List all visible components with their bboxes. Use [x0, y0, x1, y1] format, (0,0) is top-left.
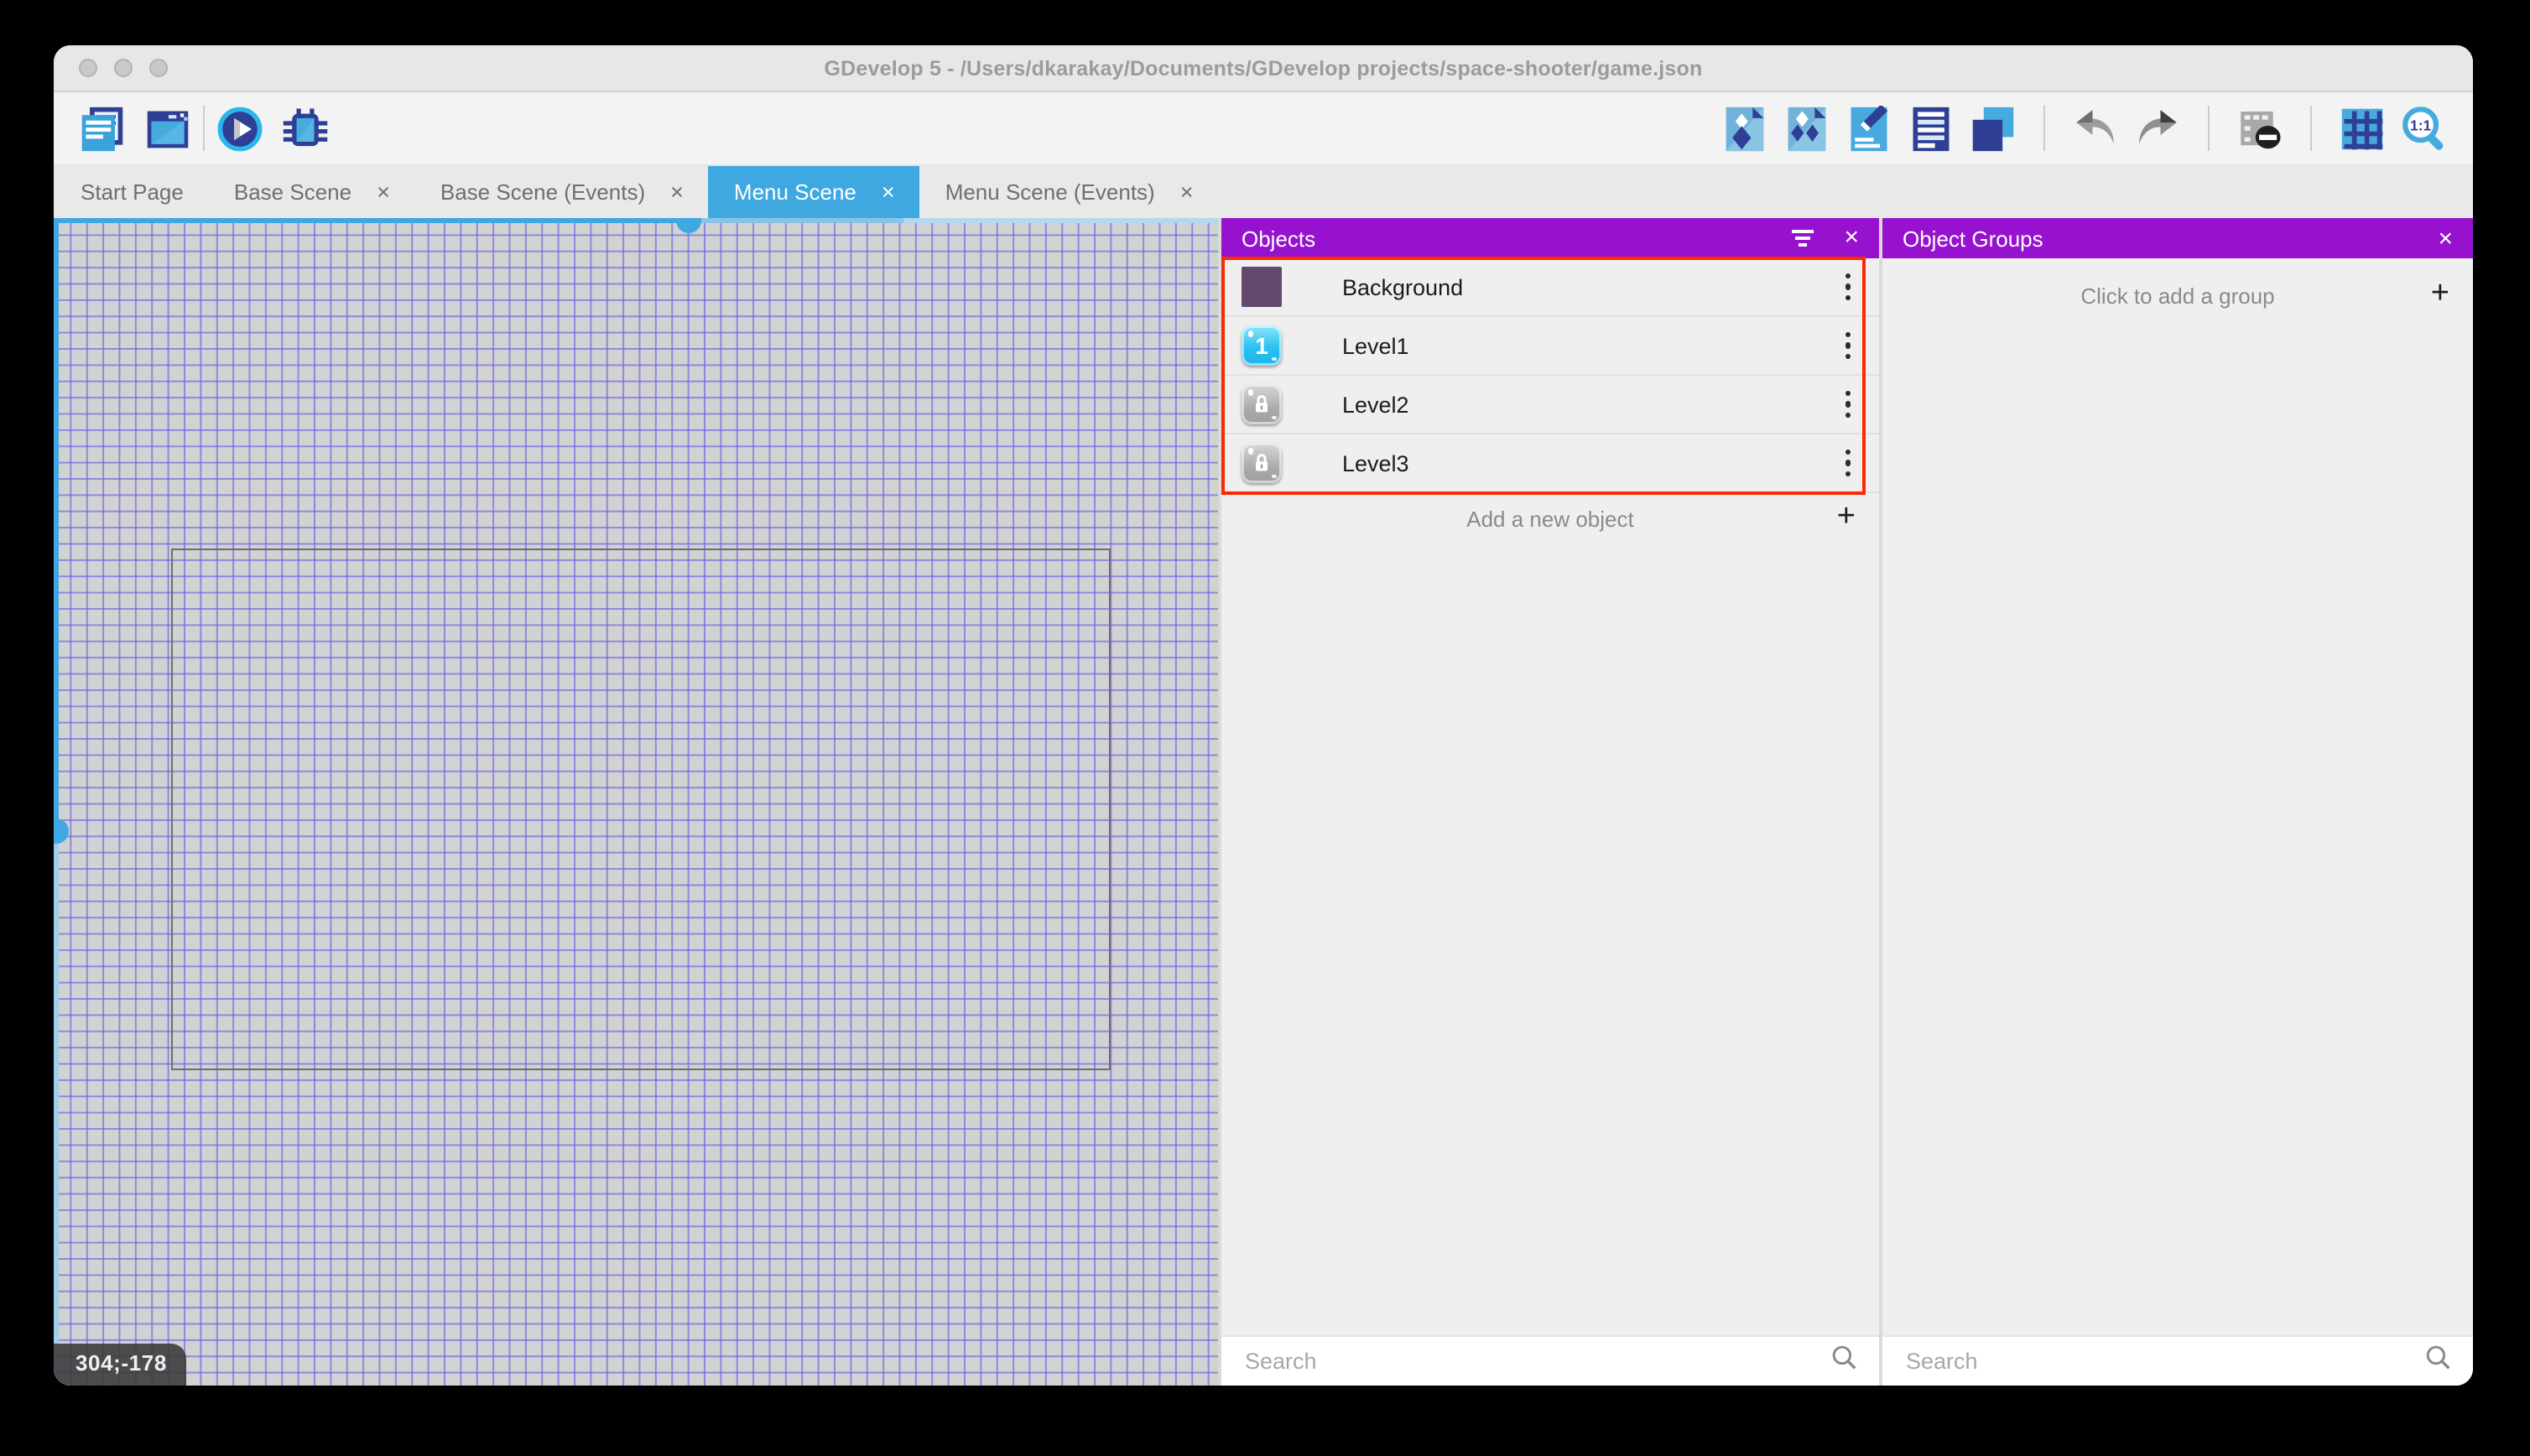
debug-icon[interactable] — [282, 105, 329, 152]
toolbar-separator — [2208, 106, 2210, 151]
instances-list-icon[interactable] — [1908, 105, 1955, 152]
title-bar: GDevelop 5 - /Users/dkarakay/Documents/G… — [54, 45, 2473, 92]
search-icon — [1830, 1343, 1859, 1380]
plus-icon[interactable]: + — [1837, 499, 1856, 536]
tab-menu-scene[interactable]: Menu Scene × — [709, 166, 920, 218]
editor-content: 304;-178 Objects × Background — [54, 218, 2473, 1386]
cursor-coordinates-badge: 304;-178 — [54, 1344, 187, 1386]
lock-icon — [1242, 384, 1282, 424]
object-menu-kebab-icon[interactable] — [1833, 443, 1862, 483]
toggle-grid-icon[interactable] — [2339, 105, 2386, 152]
object-list: Background 1 Level1 — [1221, 258, 1879, 493]
undo-icon[interactable] — [2072, 105, 2119, 152]
objects-search-bar — [1221, 1335, 1879, 1386]
lock-icon — [1242, 443, 1282, 483]
tab-start-page[interactable]: Start Page — [54, 166, 209, 218]
object-name: Level1 — [1342, 333, 1409, 358]
tab-label: Menu Scene (Events) — [945, 179, 1155, 205]
tab-menu-scene-events[interactable]: Menu Scene (Events) × — [920, 166, 1219, 218]
window-title: GDevelop 5 - /Users/dkarakay/Documents/G… — [825, 56, 1703, 80]
level-1-button-thumbnail: 1 — [1242, 325, 1282, 366]
close-window-button[interactable] — [79, 59, 97, 77]
tab-label: Base Scene — [234, 179, 351, 205]
object-menu-kebab-icon[interactable] — [1833, 267, 1862, 307]
objects-panel-header: Objects × — [1221, 218, 1879, 258]
zoom-1-1-icon[interactable]: 1:1 — [2401, 105, 2448, 152]
vertical-scrollbar-thumb[interactable] — [54, 819, 69, 844]
object-menu-kebab-icon[interactable] — [1833, 384, 1862, 424]
background-thumbnail — [1242, 267, 1282, 307]
plus-icon[interactable]: + — [2431, 276, 2449, 313]
tab-close-icon[interactable]: × — [1180, 181, 1194, 204]
objects-panel-title: Objects — [1242, 226, 1315, 251]
traffic-lights — [79, 59, 168, 77]
tab-label: Menu Scene — [734, 179, 856, 205]
close-icon[interactable]: × — [1844, 226, 1859, 251]
toolbar-separator — [2043, 106, 2045, 151]
tab-label: Base Scene (Events) — [440, 179, 645, 205]
close-icon[interactable]: × — [2438, 226, 2453, 251]
open-window-icon[interactable] — [144, 105, 191, 152]
groups-search-input[interactable] — [1903, 1347, 2414, 1375]
object-name: Level2 — [1342, 392, 1409, 417]
object-groups-editor-icon[interactable] — [1783, 105, 1830, 152]
editor-tab-bar: Start Page Base Scene × Base Scene (Even… — [54, 166, 2473, 218]
horizontal-scrollbar-thumb[interactable] — [676, 218, 701, 233]
object-name: Level3 — [1342, 450, 1409, 476]
scene-canvas[interactable]: 304;-178 — [54, 218, 1218, 1386]
object-row-background[interactable]: Background — [1221, 258, 1879, 317]
add-new-object-button[interactable]: Add a new object + — [1221, 493, 1879, 543]
tab-base-scene[interactable]: Base Scene × — [209, 166, 415, 218]
tab-close-icon[interactable]: × — [377, 181, 390, 204]
play-preview-icon[interactable] — [216, 105, 263, 152]
vertical-scrollbar[interactable] — [54, 218, 59, 1386]
layers-icon[interactable] — [1970, 105, 2017, 152]
objects-panel-empty-area — [1221, 543, 1879, 1335]
minimize-window-button[interactable] — [114, 59, 133, 77]
toolbar-separator — [203, 106, 205, 151]
object-name: Background — [1342, 274, 1463, 299]
screen: GDevelop 5 - /Users/dkarakay/Documents/G… — [0, 0, 2530, 1456]
project-manager-icon[interactable] — [79, 105, 126, 152]
redo-icon[interactable] — [2134, 105, 2181, 152]
properties-icon[interactable] — [1845, 105, 1892, 152]
object-groups-panel: Object Groups × Click to add a group + — [1882, 218, 2473, 1386]
svg-text:1:1: 1:1 — [2410, 116, 2432, 133]
zoom-window-button[interactable] — [149, 59, 168, 77]
horizontal-scrollbar[interactable] — [54, 218, 1218, 223]
toggle-mask-icon[interactable] — [2236, 105, 2283, 152]
add-new-object-label: Add a new object — [1466, 506, 1633, 531]
tab-base-scene-events[interactable]: Base Scene (Events) × — [415, 166, 709, 218]
tab-label: Start Page — [81, 179, 184, 205]
tab-close-icon[interactable]: × — [670, 181, 684, 204]
add-group-button[interactable]: Click to add a group + — [1882, 258, 2473, 332]
filter-icon[interactable] — [1792, 225, 1814, 252]
groups-search-bar — [1882, 1335, 2473, 1386]
object-menu-kebab-icon[interactable] — [1833, 325, 1862, 366]
main-toolbar: 1:1 — [54, 92, 2473, 166]
search-icon — [2424, 1343, 2453, 1380]
objects-editor-icon[interactable] — [1721, 105, 1768, 152]
groups-panel-empty-area — [1882, 332, 2473, 1335]
scene-window-border — [171, 549, 1111, 1070]
toolbar-separator — [2310, 106, 2312, 151]
object-row-level1[interactable]: 1 Level1 — [1221, 317, 1879, 376]
add-group-label: Click to add a group — [2080, 283, 2274, 308]
object-row-level3[interactable]: Level3 — [1221, 434, 1879, 493]
object-row-level2[interactable]: Level2 — [1221, 376, 1879, 434]
object-groups-panel-title: Object Groups — [1903, 226, 2043, 251]
objects-search-input[interactable] — [1242, 1347, 1820, 1375]
object-groups-panel-header: Object Groups × — [1882, 218, 2473, 258]
objects-panel: Objects × Background 1 Level1 — [1221, 218, 1879, 1386]
gdevelop-window: GDevelop 5 - /Users/dkarakay/Documents/G… — [54, 45, 2473, 1386]
tab-close-icon[interactable]: × — [882, 181, 895, 204]
